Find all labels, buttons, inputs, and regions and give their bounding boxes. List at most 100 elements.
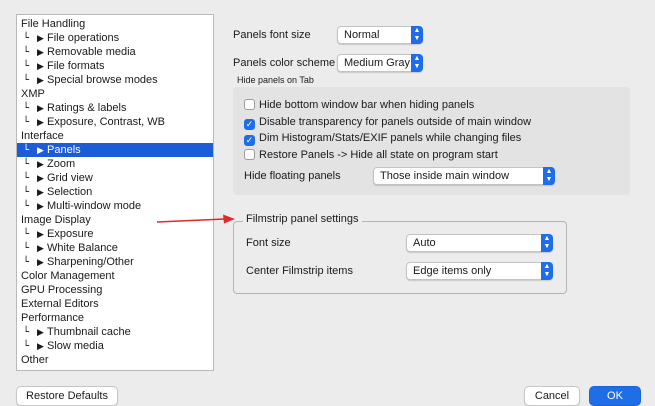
sidebar-item[interactable]: └ ▶ Removable media: [17, 45, 213, 59]
ok-button[interactable]: OK: [589, 386, 641, 406]
sidebar-item[interactable]: └ ▶ Special browse modes: [17, 73, 213, 87]
triangle-right-icon: ▶: [37, 160, 44, 170]
sidebar-item[interactable]: └ ▶ Ratings & labels: [17, 101, 213, 115]
triangle-right-icon: ▶: [37, 230, 44, 240]
filmstrip-settings-group: [233, 221, 567, 294]
triangle-right-icon: ▶: [37, 174, 44, 184]
checkmark-icon[interactable]: ✓: [244, 119, 255, 130]
sidebar-item-label: XMP: [21, 88, 45, 100]
checkbox-label: Hide bottom window bar when hiding panel…: [259, 99, 475, 111]
sidebar-item[interactable]: └ ▶ File formats: [17, 59, 213, 73]
sidebar-item-label: File operations: [47, 32, 120, 44]
restore-defaults-button[interactable]: Restore Defaults: [16, 386, 118, 406]
tree-branch-icon: └: [23, 61, 30, 72]
tree-branch-icon: └: [23, 145, 30, 156]
center-filmstrip-popup[interactable]: Edge items only ▲ ▼: [406, 262, 553, 280]
hide-panels-checkbox-row[interactable]: Restore Panels -> Hide all state on prog…: [244, 148, 498, 162]
triangle-right-icon: ▶: [37, 76, 44, 86]
sidebar-item[interactable]: └ ▶ White Balance: [17, 241, 213, 255]
triangle-right-icon: ▶: [37, 62, 44, 72]
sidebar-item-label: Removable media: [47, 46, 136, 58]
sidebar-item[interactable]: └ ▶ Exposure, Contrast, WB: [17, 115, 213, 129]
sidebar-item-label: Performance: [21, 312, 84, 324]
sidebar-item-label: Sharpening/Other: [47, 256, 134, 268]
tree-branch-icon: └: [23, 47, 30, 58]
sidebar-item[interactable]: └ ▶ Slow media: [17, 339, 213, 353]
sidebar-item-label: File formats: [47, 60, 105, 72]
triangle-right-icon: ▶: [37, 34, 44, 44]
panels-color-scheme-popup[interactable]: Medium Gray ▲ ▼: [337, 54, 423, 72]
hide-floating-panels-value: Those inside main window: [380, 170, 510, 182]
hide-floating-panels-label: Hide floating panels: [244, 170, 341, 182]
sidebar-item[interactable]: └ ▶ File operations: [17, 31, 213, 45]
sidebar-item-label: Special browse modes: [47, 74, 158, 86]
tree-branch-icon: └: [23, 159, 30, 170]
filmstrip-settings-title: Filmstrip panel settings: [243, 213, 362, 225]
triangle-right-icon: ▶: [37, 258, 44, 268]
tree-branch-icon: └: [23, 327, 30, 338]
sidebar-item[interactable]: Performance: [17, 311, 213, 325]
sidebar-item-label: Slow media: [47, 340, 104, 352]
checkmark-icon[interactable]: ✓: [244, 135, 255, 146]
sidebar-item[interactable]: Color Management: [17, 269, 213, 283]
hide-panels-group-title: Hide panels on Tab: [237, 75, 314, 85]
sidebar-item-label: White Balance: [47, 242, 118, 254]
sidebar-item[interactable]: └ ▶ Thumbnail cache: [17, 325, 213, 339]
tree-branch-icon: └: [23, 229, 30, 240]
triangle-right-icon: ▶: [37, 48, 44, 58]
sidebar-item[interactable]: └ ▶ Zoom: [17, 157, 213, 171]
chevron-updown-icon: ▲ ▼: [541, 234, 553, 252]
tree-branch-icon: └: [23, 187, 30, 198]
sidebar-item[interactable]: └ ▶ Grid view: [17, 171, 213, 185]
chevron-updown-icon: ▲ ▼: [411, 54, 423, 72]
sidebar-item-label: File Handling: [21, 18, 86, 30]
tree-branch-icon: └: [23, 341, 30, 352]
hide-panels-checkbox-row[interactable]: ✓ Dim Histogram/Stats/EXIF panels while c…: [244, 131, 521, 146]
sidebar-item-label: GPU Processing: [21, 284, 103, 296]
sidebar-item-label: Ratings & labels: [47, 102, 127, 114]
triangle-right-icon: ▶: [37, 188, 44, 198]
checkbox[interactable]: [244, 99, 255, 110]
sidebar-item[interactable]: File Handling: [17, 17, 213, 31]
tree-branch-icon: └: [23, 257, 30, 268]
sidebar-item[interactable]: └ ▶ Panels: [17, 143, 213, 157]
triangle-right-icon: ▶: [37, 146, 44, 156]
tree-branch-icon: └: [23, 173, 30, 184]
sidebar-item[interactable]: └ ▶ Selection: [17, 185, 213, 199]
sidebar-item-label: Selection: [47, 186, 93, 198]
sidebar-item[interactable]: └ ▶ Exposure: [17, 227, 213, 241]
cancel-button[interactable]: Cancel: [524, 386, 580, 406]
panels-color-scheme-label: Panels color scheme: [233, 57, 336, 69]
sidebar-item[interactable]: └ ▶ Multi-window mode: [17, 199, 213, 213]
panels-font-size-popup[interactable]: Normal ▲ ▼: [337, 26, 423, 44]
sidebar-item[interactable]: GPU Processing: [17, 283, 213, 297]
panels-font-size-label: Panels font size: [233, 29, 311, 41]
tree-branch-icon: └: [23, 103, 30, 114]
tree-branch-icon: └: [23, 117, 30, 128]
sidebar-item-label: Color Management: [21, 270, 115, 282]
triangle-right-icon: ▶: [37, 342, 44, 352]
sidebar-item[interactable]: └ ▶ Sharpening/Other: [17, 255, 213, 269]
sidebar-item[interactable]: External Editors: [17, 297, 213, 311]
preferences-category-tree[interactable]: File Handling └ ▶ File operations └ ▶ Removabl…: [16, 14, 214, 371]
filmstrip-font-size-popup[interactable]: Auto ▲ ▼: [406, 234, 553, 252]
hide-panels-checkbox-row[interactable]: Hide bottom window bar when hiding panel…: [244, 98, 474, 112]
sidebar-item-label: Grid view: [47, 172, 93, 184]
hide-floating-panels-popup[interactable]: Those inside main window ▲ ▼: [373, 167, 555, 185]
sidebar-item[interactable]: Interface: [17, 129, 213, 143]
sidebar-item-label: Thumbnail cache: [47, 326, 131, 338]
center-filmstrip-label: Center Filmstrip items: [246, 265, 353, 277]
panels-color-scheme-value: Medium Gray: [344, 57, 411, 69]
sidebar-item-label: Other: [21, 354, 49, 366]
tree-branch-icon: └: [23, 75, 30, 86]
sidebar-item-label: External Editors: [21, 298, 99, 310]
annotation-arrow-icon: [156, 214, 235, 224]
hide-panels-checkbox-row[interactable]: ✓ Disable transparency for panels outside…: [244, 115, 531, 130]
sidebar-item[interactable]: Other: [17, 353, 213, 367]
triangle-right-icon: ▶: [37, 118, 44, 128]
checkbox[interactable]: [244, 149, 255, 160]
chevron-updown-icon: ▲ ▼: [543, 167, 555, 185]
sidebar-item-label: Exposure: [47, 228, 94, 240]
sidebar-item-label: Interface: [21, 130, 64, 142]
sidebar-item[interactable]: XMP: [17, 87, 213, 101]
